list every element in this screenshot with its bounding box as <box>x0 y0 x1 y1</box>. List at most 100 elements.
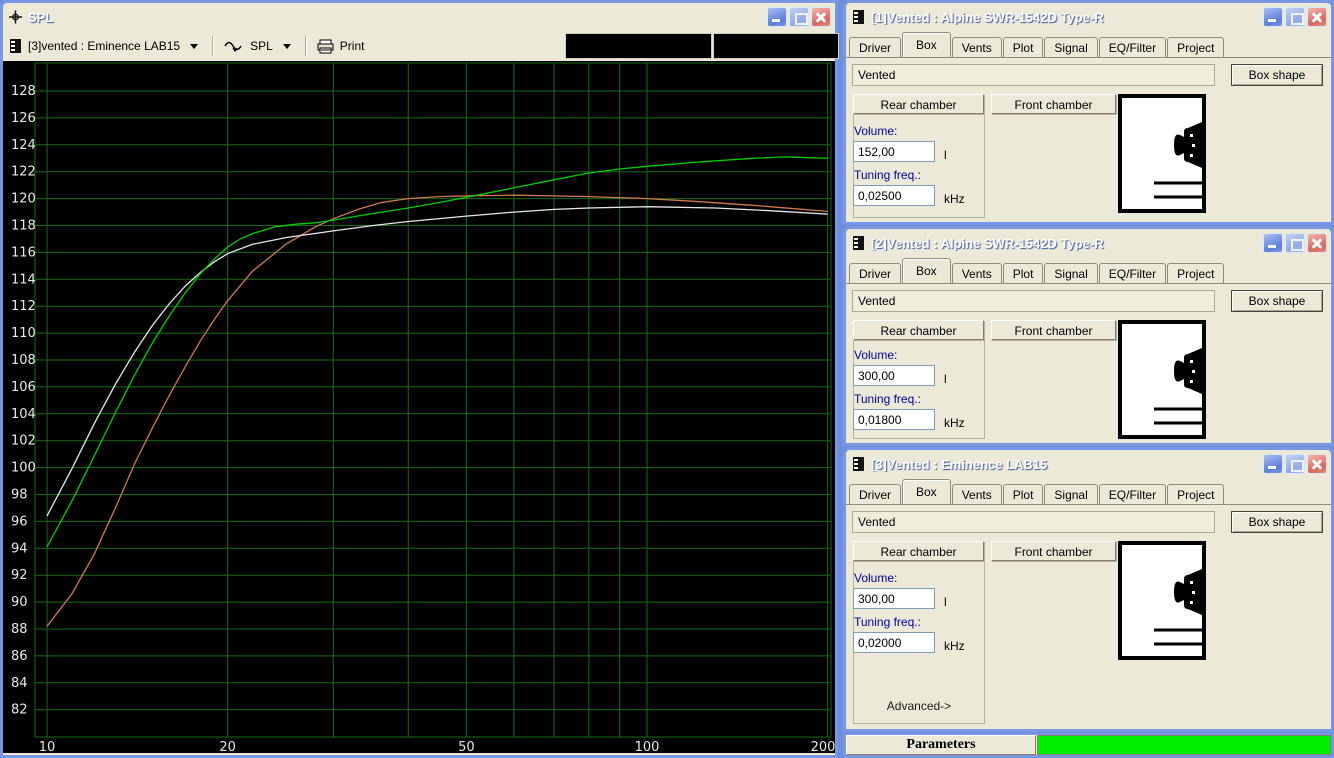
printer-icon <box>317 39 334 53</box>
close-button[interactable] <box>1307 7 1327 27</box>
tab-plot[interactable]: Plot <box>1002 484 1044 504</box>
window-titlebar[interactable]: [1]Vented : Alpine SWR-1542D Type-R <box>846 3 1331 31</box>
y-tick-label: 88 <box>11 622 28 637</box>
y-tick-label: 104 <box>11 407 36 422</box>
spl-titlebar[interactable]: SPL <box>3 3 835 31</box>
spl-curve <box>46 156 828 548</box>
box-shape-diagram <box>1118 320 1206 439</box>
tab-signal[interactable]: Signal <box>1044 484 1098 504</box>
box-window-2: [2]Vented : Alpine SWR-1542D Type-R Driv… <box>843 226 1334 446</box>
toolbar-separator <box>304 36 307 56</box>
tuning-freq-unit: kHz <box>944 192 965 206</box>
y-tick-label: 98 <box>11 488 28 503</box>
volume-unit: l <box>944 595 947 609</box>
volume-unit: l <box>944 148 947 162</box>
window-titlebar[interactable]: [3]Vented : Eminence LAB15 <box>846 450 1331 478</box>
volume-input[interactable] <box>853 588 935 609</box>
rear-chamber-button[interactable]: Rear chamber <box>853 94 984 114</box>
y-tick-label: 126 <box>11 111 36 126</box>
y-tick-label: 112 <box>11 299 36 314</box>
box-type-field: Vented <box>852 511 1215 533</box>
y-tick-label: 86 <box>11 649 28 664</box>
tab-project[interactable]: Project <box>1167 37 1225 57</box>
close-button[interactable] <box>1307 454 1327 474</box>
document-icon <box>853 457 864 471</box>
tab-project[interactable]: Project <box>1167 484 1225 504</box>
y-tick-label: 108 <box>11 353 36 368</box>
front-chamber-button[interactable]: Front chamber <box>991 320 1116 340</box>
window-titlebar[interactable]: [2]Vented : Alpine SWR-1542D Type-R <box>846 229 1331 257</box>
tab-vents[interactable]: Vents <box>951 484 1002 504</box>
tab-vents[interactable]: Vents <box>951 37 1002 57</box>
spl-chart: 128 126 124 122 120 118 116 114 112 110 108 106 104 1… <box>11 62 835 755</box>
x-tick-label: 50 <box>458 740 475 753</box>
tuning-freq-input[interactable] <box>853 185 935 206</box>
volume-label: Volume: <box>854 348 898 362</box>
box-window-3: [3]Vented : Eminence LAB15 Driver Box Ve… <box>843 447 1334 732</box>
tab-signal[interactable]: Signal <box>1044 37 1098 57</box>
volume-label: Volume: <box>854 571 898 585</box>
minimize-button[interactable] <box>767 7 787 27</box>
toolbar-display-box <box>565 33 712 59</box>
tab-plot[interactable]: Plot <box>1002 37 1044 57</box>
tab-driver[interactable]: Driver <box>849 484 901 504</box>
rear-chamber-button[interactable]: Rear chamber <box>853 320 984 340</box>
y-tick-label: 94 <box>11 541 28 556</box>
close-button[interactable] <box>811 7 831 27</box>
y-tick-label: 90 <box>11 595 28 610</box>
plot-type-selector[interactable]: SPL <box>250 39 273 53</box>
y-tick-label: 116 <box>11 245 36 260</box>
spl-toolbar: [3]vented : Eminence LAB15 SPL Print <box>3 31 839 61</box>
tab-driver[interactable]: Driver <box>849 37 901 57</box>
tab-eq-filter[interactable]: EQ/Filter <box>1098 484 1167 504</box>
box-shape-button[interactable]: Box shape <box>1231 511 1323 533</box>
maximize-button[interactable] <box>789 7 809 27</box>
print-button[interactable]: Print <box>340 39 365 53</box>
advanced-link[interactable]: Advanced-> <box>854 699 984 713</box>
maximize-button[interactable] <box>1285 7 1305 27</box>
box-shape-button[interactable]: Box shape <box>1231 290 1323 312</box>
tab-vents[interactable]: Vents <box>951 263 1002 283</box>
curve-source-selector[interactable]: [3]vented : Eminence LAB15 <box>28 39 180 53</box>
y-tick-label: 120 <box>11 192 36 207</box>
parameters-button[interactable]: Parameters <box>846 735 1036 755</box>
y-tick-label: 96 <box>11 514 28 529</box>
status-bar: Parameters <box>843 733 1334 758</box>
crosshair-icon <box>9 10 22 24</box>
volume-input[interactable] <box>853 365 935 386</box>
x-tick-label: 10 <box>39 740 56 753</box>
box-shape-button[interactable]: Box shape <box>1231 64 1323 86</box>
minimize-button[interactable] <box>1263 454 1283 474</box>
toolbar-display-box <box>713 33 839 59</box>
document-icon <box>853 10 864 24</box>
tuning-freq-input[interactable] <box>853 409 935 430</box>
document-icon <box>853 236 864 250</box>
close-button[interactable] <box>1307 233 1327 253</box>
y-tick-label: 110 <box>11 326 36 341</box>
tuning-freq-label: Tuning freq.: <box>854 392 921 406</box>
y-tick-label: 124 <box>11 138 36 153</box>
tab-box[interactable]: Box <box>902 32 951 57</box>
rear-chamber-button[interactable]: Rear chamber <box>853 541 984 561</box>
tab-signal[interactable]: Signal <box>1044 263 1098 283</box>
tuning-freq-input[interactable] <box>853 632 935 653</box>
tab-plot[interactable]: Plot <box>1002 263 1044 283</box>
tab-driver[interactable]: Driver <box>849 263 901 283</box>
tab-box[interactable]: Box <box>902 258 951 283</box>
maximize-button[interactable] <box>1285 233 1305 253</box>
tab-eq-filter[interactable]: EQ/Filter <box>1098 37 1167 57</box>
window-title: [2]Vented : Alpine SWR-1542D Type-R <box>871 235 1104 251</box>
tab-eq-filter[interactable]: EQ/Filter <box>1098 263 1167 283</box>
minimize-button[interactable] <box>1263 233 1283 253</box>
tab-box[interactable]: Box <box>902 479 951 504</box>
front-chamber-button[interactable]: Front chamber <box>991 94 1116 114</box>
maximize-button[interactable] <box>1285 454 1305 474</box>
minimize-button[interactable] <box>1263 7 1283 27</box>
tab-project[interactable]: Project <box>1167 263 1225 283</box>
front-chamber-button[interactable]: Front chamber <box>991 541 1116 561</box>
chevron-down-icon[interactable] <box>190 43 199 49</box>
y-tick-label: 128 <box>11 84 36 99</box>
y-tick-label: 118 <box>11 219 36 234</box>
chevron-down-icon[interactable] <box>282 43 291 49</box>
volume-input[interactable] <box>853 141 935 162</box>
